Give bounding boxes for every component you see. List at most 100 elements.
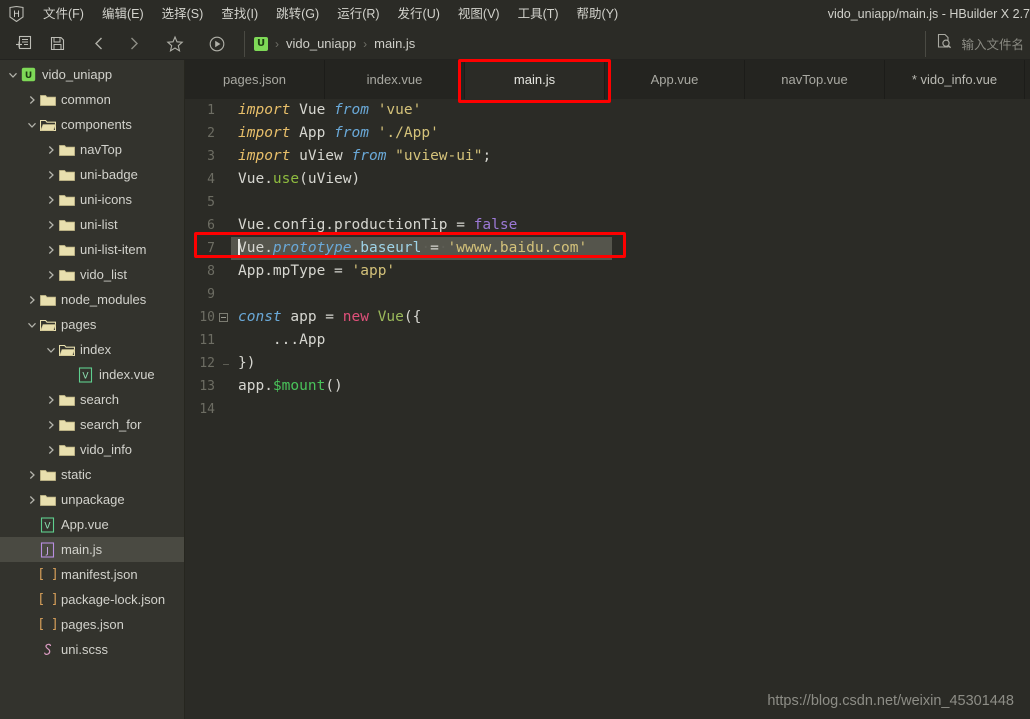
- chevron-down-icon[interactable]: [44, 345, 58, 355]
- menu-select[interactable]: 选择(S): [153, 3, 213, 25]
- code-line[interactable]: 11 ...App: [185, 329, 1030, 352]
- chevron-right-icon[interactable]: [25, 470, 39, 480]
- chevron-right-icon[interactable]: [44, 195, 58, 205]
- code-line[interactable]: 1 import Vue from 'vue': [185, 99, 1030, 122]
- line-number: 5: [207, 195, 215, 210]
- tree-item-label: uni-badge: [80, 166, 138, 182]
- tree-item-unpackage[interactable]: unpackage: [0, 487, 184, 512]
- chevron-right-icon[interactable]: [44, 395, 58, 405]
- menu-file[interactable]: 文件(F): [34, 3, 93, 25]
- tree-item-main.js[interactable]: Jmain.js: [0, 537, 184, 562]
- chevron-right-icon[interactable]: [44, 420, 58, 430]
- menu-tools[interactable]: 工具(T): [509, 3, 568, 25]
- chevron-right-icon[interactable]: [25, 495, 39, 505]
- new-file-icon[interactable]: [8, 31, 38, 57]
- code-line[interactable]: 10 const app = new Vue({: [185, 306, 1030, 329]
- tree-item-search[interactable]: search: [0, 387, 184, 412]
- chevron-down-icon[interactable]: [25, 320, 39, 330]
- fold-collapse-icon[interactable]: [218, 313, 228, 322]
- tab-vido_info.vue[interactable]: * vido_info.vue: [885, 60, 1025, 99]
- tree-item-vido_list[interactable]: vido_list: [0, 262, 184, 287]
- code-line[interactable]: 13 app.$mount(): [185, 375, 1030, 398]
- code-line[interactable]: 9: [185, 283, 1030, 306]
- tab-index.vue[interactable]: index.vue: [325, 60, 465, 99]
- tree-item-node_modules[interactable]: node_modules: [0, 287, 184, 312]
- code-line[interactable]: 2 import App from './App': [185, 122, 1030, 145]
- chevron-right-icon[interactable]: [44, 270, 58, 280]
- tree-item-pages.json[interactable]: [ ] pages.json: [0, 612, 184, 637]
- forward-icon[interactable]: [118, 31, 148, 57]
- tree-item-uni-badge[interactable]: uni-badge: [0, 162, 184, 187]
- menu-publish[interactable]: 发行(U): [389, 3, 449, 25]
- save-icon[interactable]: [42, 31, 72, 57]
- tab-navtop.vue[interactable]: navTop.vue: [745, 60, 885, 99]
- folder-icon: [58, 418, 75, 432]
- tab-main.js[interactable]: main.js: [465, 60, 605, 99]
- code-line[interactable]: 4 Vue.use(uView): [185, 168, 1030, 191]
- svg-text:J: J: [45, 546, 49, 556]
- menu-find[interactable]: 查找(I): [212, 3, 267, 25]
- code-line[interactable]: 8 App.mpType = 'app': [185, 260, 1030, 283]
- tree-item-pages[interactable]: pages: [0, 312, 184, 337]
- tree-item-uni-icons[interactable]: uni-icons: [0, 187, 184, 212]
- fold-gutter-collapsible[interactable]: [215, 313, 231, 322]
- tab-label: App.vue: [650, 72, 699, 87]
- tab-pages.json[interactable]: pages.json: [185, 60, 325, 99]
- scss-file-icon: [39, 642, 56, 658]
- back-icon[interactable]: [84, 31, 114, 57]
- tree-item-uni-list[interactable]: uni-list: [0, 212, 184, 237]
- tree-item-app.vue[interactable]: V App.vue: [0, 512, 184, 537]
- tree-item-search_for[interactable]: search_for: [0, 412, 184, 437]
- menu-edit[interactable]: 编辑(E): [93, 3, 153, 25]
- file-search-icon[interactable]: [936, 33, 952, 54]
- breadcrumb-file[interactable]: main.js: [374, 36, 415, 51]
- tree-item-uni.scss[interactable]: uni.scss: [0, 637, 184, 662]
- chevron-right-icon[interactable]: [44, 445, 58, 455]
- chevron-right-icon[interactable]: [44, 170, 58, 180]
- star-icon[interactable]: [160, 31, 190, 57]
- chevron-down-icon[interactable]: [6, 70, 20, 80]
- breadcrumb-project[interactable]: vido_uniapp: [286, 36, 356, 51]
- tree-item-vido_uniapp[interactable]: Uvido_uniapp: [0, 62, 184, 87]
- project-tree[interactable]: Uvido_uniapp common components navTop uni-ba…: [0, 60, 185, 719]
- chevron-right-icon[interactable]: [44, 245, 58, 255]
- tree-item-package-lock.json[interactable]: [ ] package-lock.json: [0, 587, 184, 612]
- chevron-right-icon[interactable]: [44, 220, 58, 230]
- menu-view[interactable]: 视图(V): [449, 3, 509, 25]
- code-text: import uView from "uview-ui";: [238, 148, 492, 164]
- json-file-icon: [ ]: [37, 617, 59, 632]
- code-text: const app = new Vue({: [238, 309, 422, 325]
- menu-help[interactable]: 帮助(Y): [568, 3, 628, 25]
- chevron-right-icon[interactable]: [44, 145, 58, 155]
- code-line[interactable]: 5: [185, 191, 1030, 214]
- tree-item-manifest.json[interactable]: [ ] manifest.json: [0, 562, 184, 587]
- chevron-right-icon[interactable]: [25, 95, 39, 105]
- tree-item-components[interactable]: components: [0, 112, 184, 137]
- tree-item-label: unpackage: [61, 491, 125, 507]
- code-line[interactable]: 3 import uView from "uview-ui";: [185, 145, 1030, 168]
- code-editor[interactable]: 1 import Vue from 'vue' 2 import App fro…: [185, 99, 1030, 719]
- menu-run[interactable]: 运行(R): [328, 3, 388, 25]
- tree-item-index[interactable]: index: [0, 337, 184, 362]
- tree-item-common[interactable]: common: [0, 87, 184, 112]
- filename-search-group[interactable]: 输入文件名: [925, 30, 1024, 57]
- code-line-selected[interactable]: 7 Vue.prototype.baseurl·=·'wwww.baidu.co…: [185, 237, 1030, 260]
- tree-item-uni-list-item[interactable]: uni-list-item: [0, 237, 184, 262]
- tree-item-navtop[interactable]: navTop: [0, 137, 184, 162]
- filename-input[interactable]: 输入文件名: [961, 34, 1024, 53]
- code-line[interactable]: 12 }): [185, 352, 1030, 375]
- menu-goto[interactable]: 跳转(G): [267, 3, 328, 25]
- json-file-icon: [ ]: [37, 592, 59, 607]
- code-line[interactable]: 6 Vue.config.productionTip = false: [185, 214, 1030, 237]
- chevron-down-icon[interactable]: [25, 120, 39, 130]
- text-caret: [238, 239, 240, 258]
- chevron-right-icon[interactable]: [25, 295, 39, 305]
- code-line[interactable]: 14: [185, 398, 1030, 421]
- run-icon[interactable]: [202, 31, 232, 57]
- tree-item-index.vue[interactable]: Vindex.vue: [0, 362, 184, 387]
- tree-item-vido_info[interactable]: vido_info: [0, 437, 184, 462]
- tree-item-static[interactable]: static: [0, 462, 184, 487]
- editor-tab-bar[interactable]: pages.json index.vue main.js App.vue navTop.…: [185, 60, 1030, 99]
- line-number: 10: [199, 310, 215, 325]
- tab-app.vue[interactable]: App.vue: [605, 60, 745, 99]
